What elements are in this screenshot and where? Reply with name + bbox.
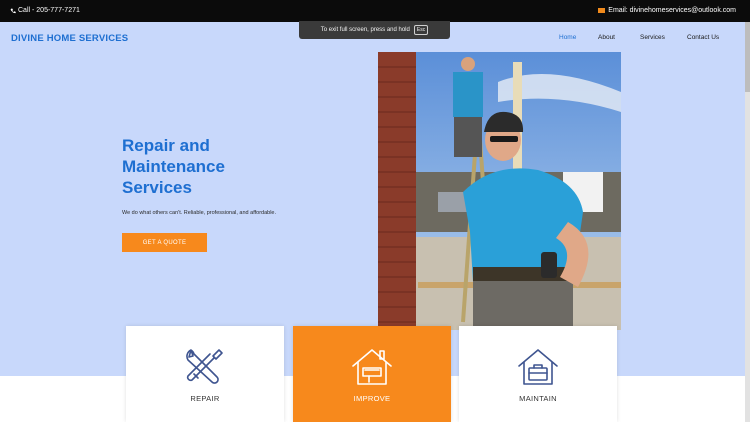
phone-text: Call - 205-777-7271 (18, 7, 80, 14)
phone-icon (10, 8, 16, 13)
nav-home[interactable]: Home (559, 34, 576, 41)
esc-key-badge: Esc (413, 25, 429, 35)
hero-worker-photo (378, 52, 621, 330)
mail-icon (598, 8, 606, 13)
house-toolbox-icon (518, 349, 558, 385)
hero-subtitle: We do what others can't. Reliable, profe… (122, 210, 277, 216)
wrench-screwdriver-icon (186, 349, 223, 384)
nav-about[interactable]: About (598, 34, 615, 41)
hero-section (0, 22, 745, 376)
email-contact[interactable]: Email: divinehomeservices@outlook.com (598, 7, 736, 14)
hero-title-line-2: Maintenance (122, 157, 225, 176)
get-a-quote-button[interactable]: GET A QUOTE (122, 233, 207, 252)
house-paint-icon (352, 349, 392, 385)
card-improve[interactable]: IMPROVE (293, 326, 451, 422)
hero-title: Repair and Maintenance Services (122, 135, 322, 198)
site-logo[interactable]: DIVINE HOME SERVICES (11, 33, 128, 44)
card-maintain[interactable]: MAINTAIN (459, 326, 617, 422)
card-improve-label: IMPROVE (353, 394, 391, 403)
hero-title-line-1: Repair and (122, 136, 210, 155)
nav-contact-us[interactable]: Contact Us (687, 34, 719, 41)
card-maintain-label: MAINTAIN (519, 394, 557, 403)
top-contact-bar: Call - 205-777-7271 Email: divinehomeser… (0, 0, 750, 22)
fullscreen-notice-text: To exit full screen, press and hold (320, 27, 410, 33)
fullscreen-exit-notice: To exit full screen, press and hold Esc (299, 21, 450, 39)
email-text: Email: divinehomeservices@outlook.com (608, 7, 736, 14)
phone-contact[interactable]: Call - 205-777-7271 (10, 7, 80, 14)
scrollbar-thumb[interactable] (745, 22, 750, 92)
hero-title-line-3: Services (122, 178, 192, 197)
card-repair[interactable]: REPAIR (126, 326, 284, 422)
card-repair-label: REPAIR (190, 394, 220, 403)
nav-services[interactable]: Services (640, 34, 665, 41)
